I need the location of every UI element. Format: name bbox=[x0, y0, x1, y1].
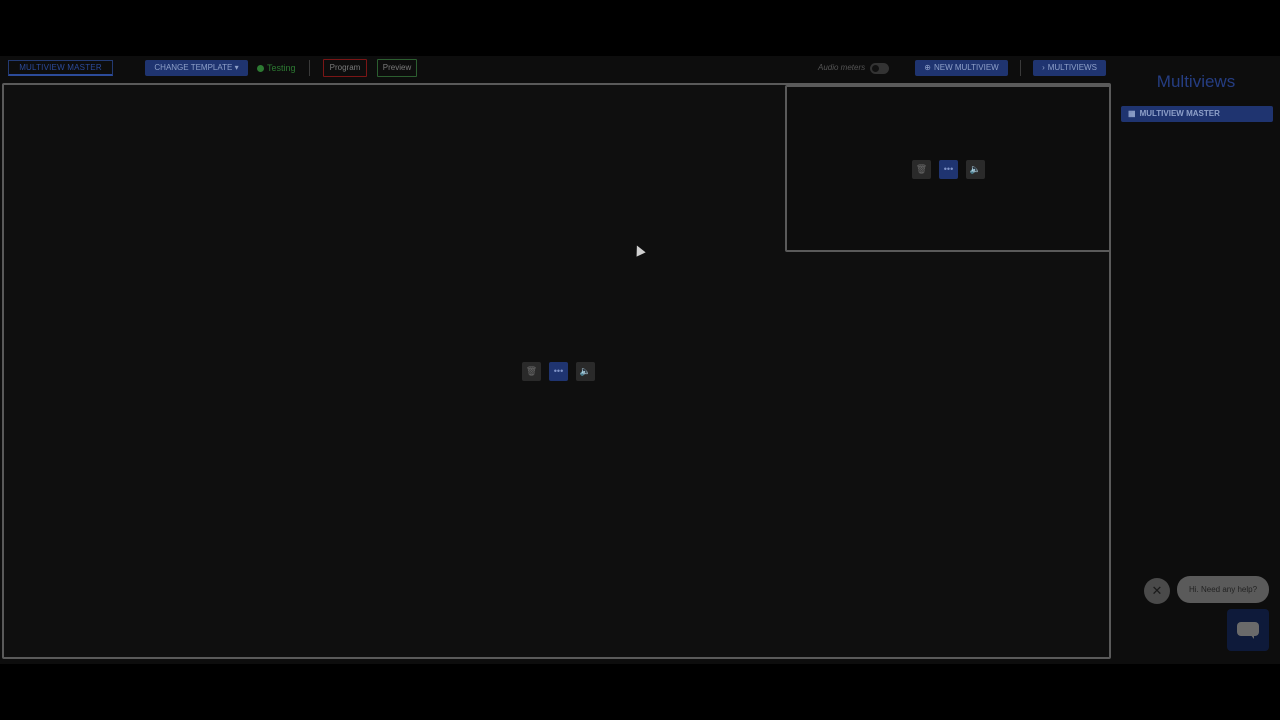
small-tile-controls: 🗑 ••• 🔈 bbox=[912, 160, 985, 179]
multiview-tile-small[interactable]: 🗑 ••• 🔈 bbox=[785, 85, 1111, 252]
change-template-button[interactable]: CHANGE TEMPLATE ▾ bbox=[145, 60, 248, 76]
more-icon[interactable]: ••• bbox=[549, 362, 568, 381]
change-template-label: CHANGE TEMPLATE bbox=[154, 63, 233, 72]
audio-meters-toggle[interactable] bbox=[870, 63, 889, 74]
main-tile-controls: 🗑 ••• 🔈 bbox=[522, 362, 595, 381]
status-dot-icon bbox=[257, 64, 264, 72]
chevron-right-icon: › bbox=[1042, 63, 1045, 72]
tab-multiview-master[interactable]: MULTIVIEW MASTER bbox=[8, 60, 113, 76]
speaker-icon[interactable]: 🔈 bbox=[576, 362, 595, 381]
status-indicator: Testing bbox=[257, 60, 296, 76]
speaker-icon[interactable]: 🔈 bbox=[966, 160, 985, 179]
toolbar: MULTIVIEW MASTER CHANGE TEMPLATE ▾ Testi… bbox=[0, 56, 1112, 82]
sidebar-item-multiview-master[interactable]: ▦ MULTIVIEW MASTER bbox=[1121, 106, 1273, 122]
multiview-canvas[interactable]: 🗑 ••• 🔈 🗑 ••• 🔈 bbox=[2, 83, 1111, 659]
grid-icon: ▦ bbox=[1128, 109, 1136, 118]
trash-icon[interactable]: 🗑 bbox=[912, 160, 931, 179]
chat-launcher-button[interactable] bbox=[1227, 609, 1269, 651]
more-icon[interactable]: ••• bbox=[939, 160, 958, 179]
plus-circle-icon: ⊕ bbox=[924, 63, 931, 72]
new-multiview-label: NEW MULTIVIEW bbox=[933, 63, 999, 72]
program-button[interactable]: Program bbox=[323, 59, 367, 77]
close-icon[interactable]: ✕ bbox=[1144, 578, 1170, 604]
sidebar: Multiviews ▦ MULTIVIEW MASTER bbox=[1112, 56, 1280, 664]
sidebar-item-label: MULTIVIEW MASTER bbox=[1139, 109, 1220, 118]
trash-icon[interactable]: 🗑 bbox=[522, 362, 541, 381]
new-multiview-button[interactable]: ⊕ NEW MULTIVIEW bbox=[915, 60, 1008, 76]
sidebar-title: Multiviews bbox=[1156, 72, 1236, 91]
multiviews-label: MULTIVIEWS bbox=[1047, 63, 1097, 72]
chevron-down-icon: ▾ bbox=[234, 63, 239, 72]
chat-prompt-bubble[interactable]: Hi. Need any help? bbox=[1177, 576, 1269, 603]
multiviews-button[interactable]: › MULTIVIEWS bbox=[1033, 60, 1106, 76]
toggle-knob bbox=[872, 65, 879, 72]
status-label: Testing bbox=[267, 63, 296, 73]
app-window: MULTIVIEW MASTER CHANGE TEMPLATE ▾ Testi… bbox=[0, 56, 1280, 664]
preview-button[interactable]: Preview bbox=[377, 59, 417, 77]
toolbar-divider bbox=[309, 60, 310, 76]
chat-bubble-icon bbox=[1237, 622, 1259, 639]
audio-meters-label: Audio meters bbox=[818, 63, 866, 72]
toolbar-divider bbox=[1020, 60, 1021, 76]
